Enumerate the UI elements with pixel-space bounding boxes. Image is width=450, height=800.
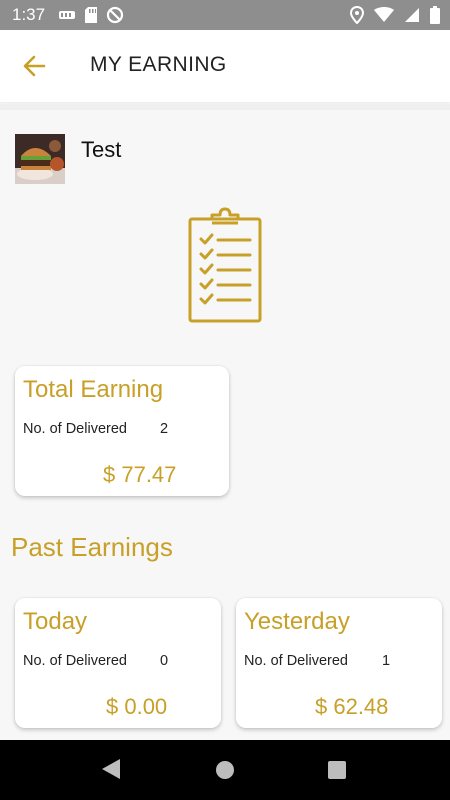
- avatar: [15, 134, 65, 184]
- delivered-count: 0: [160, 653, 169, 669]
- profile-name: Test: [81, 137, 122, 162]
- card-title: Total Earning: [23, 376, 164, 403]
- delivered-count: 2: [160, 421, 169, 437]
- today-earning-card[interactable]: Today No. of Delivered 0 $ 0.00: [15, 598, 221, 728]
- back-button[interactable]: [20, 52, 50, 80]
- status-bar: 1:37: [0, 0, 450, 30]
- home-circle-icon: [216, 761, 234, 779]
- earning-amount: $ 0.00: [106, 694, 168, 719]
- status-time: 1:37: [12, 5, 46, 24]
- app-bar-divider: [0, 104, 450, 110]
- sd-card-icon: [85, 7, 97, 23]
- earning-amount: $ 77.47: [103, 462, 177, 487]
- nav-back-button[interactable]: [101, 758, 121, 785]
- battery-icon: [430, 6, 440, 24]
- delivered-count: 1: [382, 653, 391, 669]
- total-earning-card[interactable]: Total Earning No. of Delivered 2 $ 77.47: [15, 366, 229, 496]
- arrow-left-icon: [23, 55, 46, 77]
- delivered-label: No. of Delivered: [23, 653, 127, 669]
- status-right-icons: [350, 6, 440, 24]
- back-triangle-icon: [102, 759, 120, 779]
- location-icon: [350, 6, 364, 24]
- delivered-label: No. of Delivered: [244, 653, 348, 669]
- card-title: Today: [23, 608, 88, 635]
- nav-recents-button[interactable]: [328, 761, 346, 784]
- app-notification-icon: [59, 11, 75, 19]
- system-nav-bar: [0, 740, 450, 800]
- clipboard-checklist-icon: [188, 207, 262, 323]
- sync-off-icon: [106, 6, 124, 24]
- recents-square-icon: [328, 761, 346, 779]
- status-left-icons: [58, 6, 124, 24]
- app-bar: MY EARNING: [0, 30, 450, 102]
- earning-amount: $ 62.48: [315, 694, 389, 719]
- signal-icon: [405, 8, 419, 22]
- section-title-past-earnings: Past Earnings: [11, 532, 173, 562]
- nav-home-button[interactable]: [215, 760, 235, 785]
- delivered-label: No. of Delivered: [23, 421, 127, 437]
- profile-row: Test: [15, 134, 121, 184]
- wifi-icon: [374, 7, 394, 22]
- card-title: Yesterday: [244, 608, 350, 635]
- yesterday-earning-card[interactable]: Yesterday No. of Delivered 1 $ 62.48: [236, 598, 442, 728]
- page-title: MY EARNING: [90, 53, 227, 76]
